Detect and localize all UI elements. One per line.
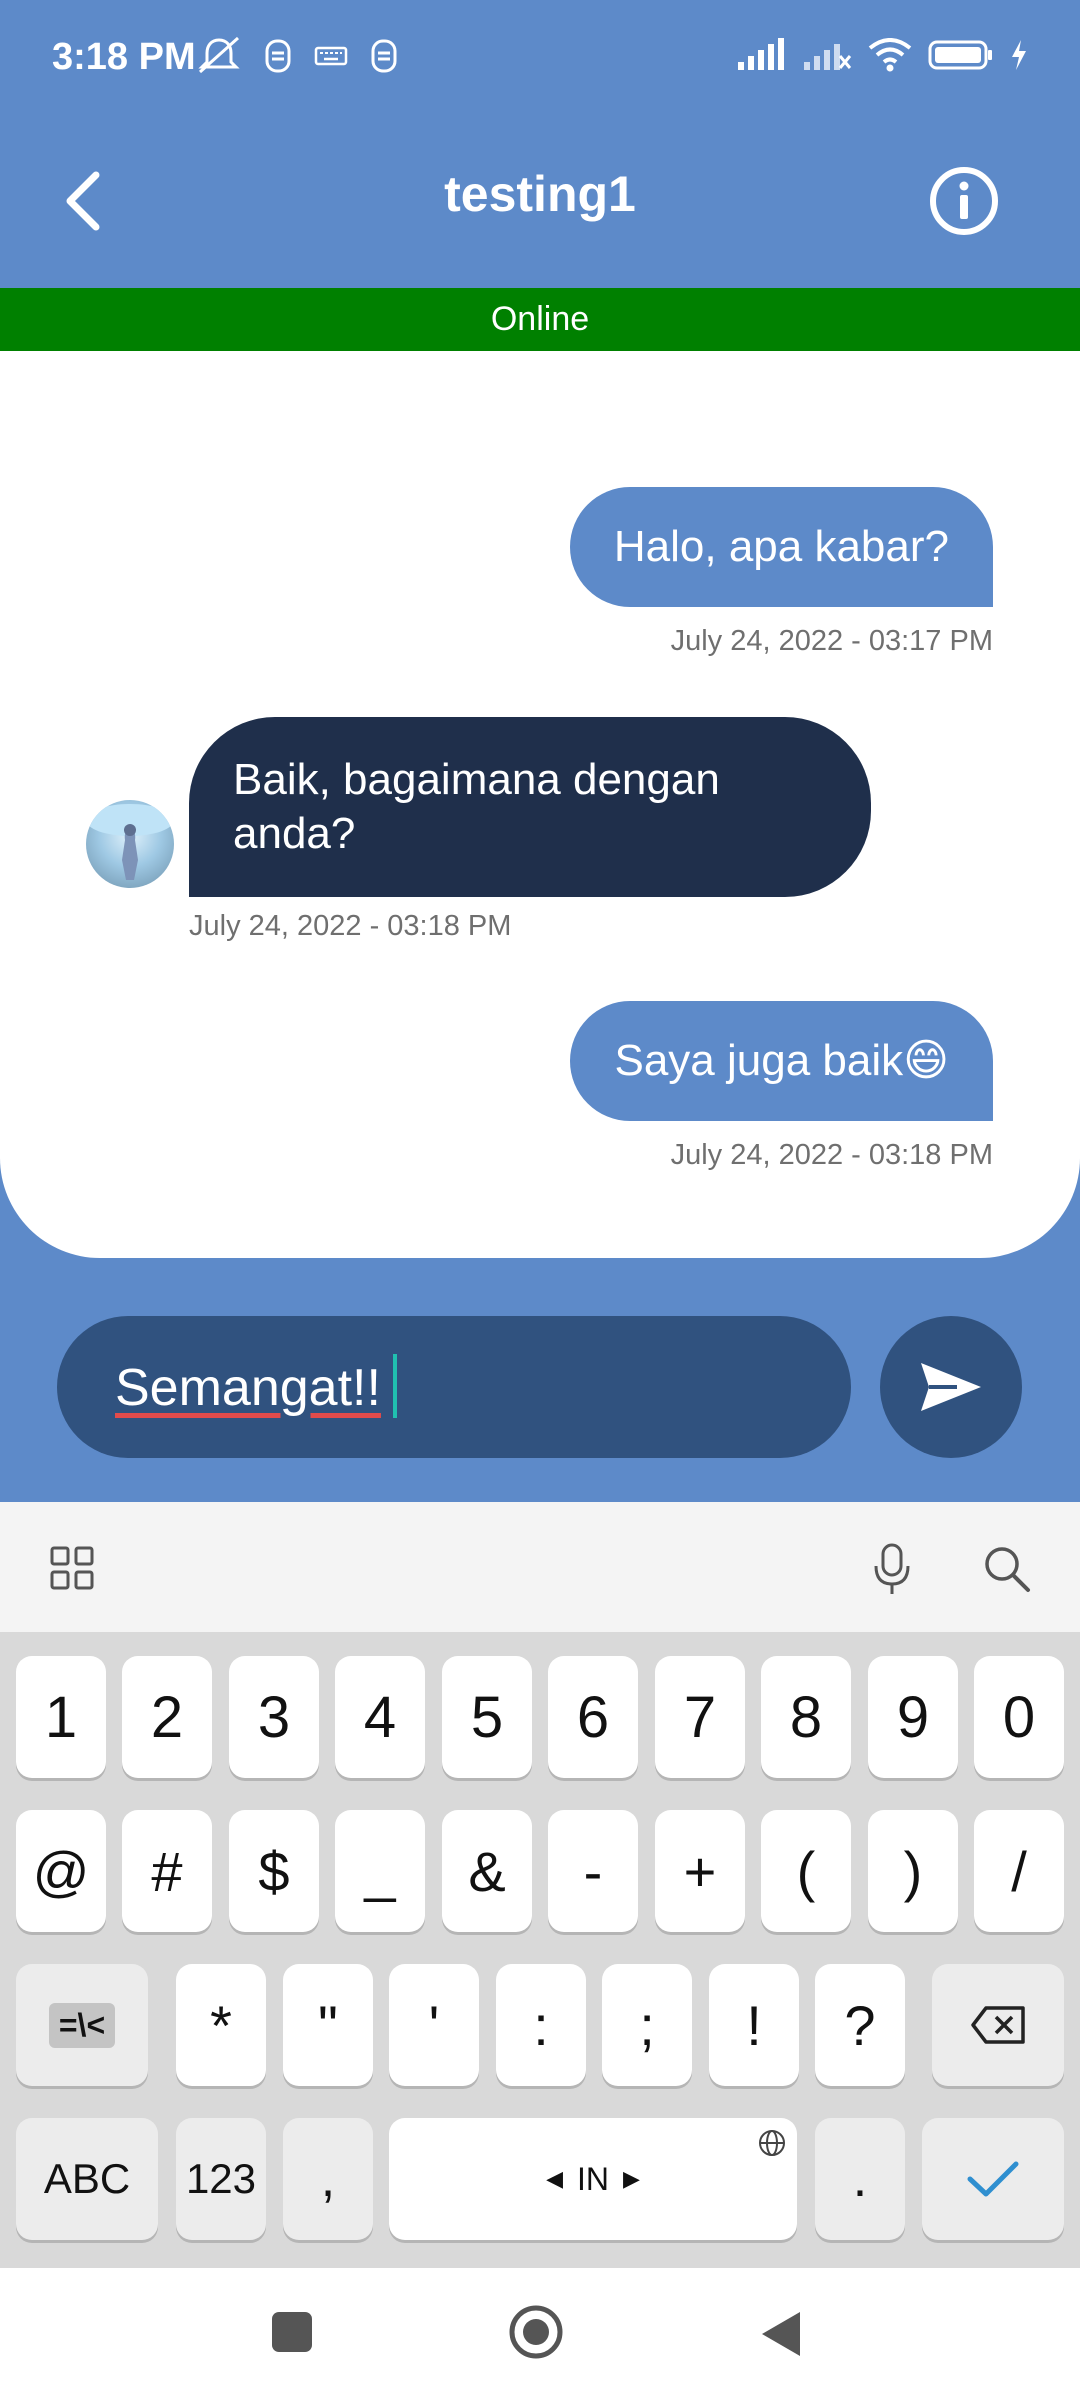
- status-bar: 3:18 PM: [0, 0, 1080, 115]
- contact-avatar[interactable]: [86, 800, 174, 888]
- message-bubble-incoming[interactable]: Baik, bagaimana dengan anda?: [189, 717, 871, 897]
- charging-icon: [1012, 40, 1026, 70]
- message-bubble-outgoing[interactable]: Saya juga baik😄: [570, 1001, 993, 1121]
- key-slash[interactable]: /: [974, 1810, 1064, 1932]
- home-icon[interactable]: [508, 2304, 564, 2360]
- key-minus[interactable]: -: [548, 1810, 638, 1932]
- key-open-paren[interactable]: (: [761, 1810, 851, 1932]
- comma-key[interactable]: ,: [283, 2118, 373, 2240]
- presence-status-bar: Online: [0, 288, 1080, 351]
- period-key[interactable]: .: [815, 2118, 905, 2240]
- enter-key[interactable]: [922, 2118, 1064, 2240]
- key-9[interactable]: 9: [868, 1656, 958, 1778]
- key-at[interactable]: @: [16, 1810, 106, 1932]
- keyboard-icon: [314, 46, 348, 66]
- keyboard: 1 2 3 4 5 6 7 8 9 0 @ # $ _ & - + ( ) / …: [0, 1632, 1080, 2268]
- key-8[interactable]: 8: [761, 1656, 851, 1778]
- key-hash[interactable]: #: [122, 1810, 212, 1932]
- more-symbols-key[interactable]: =\<: [16, 1964, 148, 2086]
- notification-icon: [371, 39, 397, 73]
- signal-icon: [738, 38, 784, 70]
- microphone-icon[interactable]: [870, 1542, 914, 1596]
- info-icon: [930, 167, 998, 235]
- key-ampersand[interactable]: &: [442, 1810, 532, 1932]
- key-question[interactable]: ?: [815, 1964, 905, 2086]
- avatar-image: [86, 804, 174, 880]
- message-timestamp: July 24, 2022 - 03:17 PM: [670, 625, 993, 657]
- more-symbols-label: =\<: [48, 2002, 116, 2048]
- key-single-quote[interactable]: ': [389, 1964, 479, 2086]
- keyboard-toolbar: [0, 1502, 1080, 1632]
- language-right-arrow: ▶: [623, 2166, 640, 2191]
- notification-icon: [265, 39, 291, 73]
- status-right-icons: [736, 38, 1028, 72]
- language-label: IN: [577, 2160, 609, 2197]
- message-input-text: Semangat!!: [115, 1359, 381, 1417]
- grid-icon[interactable]: [50, 1546, 94, 1590]
- space-key[interactable]: ◀ IN ▶: [389, 2118, 797, 2240]
- send-button[interactable]: [880, 1316, 1022, 1458]
- check-icon: [967, 2161, 1019, 2197]
- back-nav-icon[interactable]: [758, 2308, 804, 2360]
- globe-icon: [759, 2130, 785, 2156]
- send-icon: [921, 1363, 981, 1411]
- status-time: 3:18 PM: [52, 36, 196, 78]
- navigation-bar: [0, 2268, 1080, 2400]
- info-button[interactable]: [918, 155, 1010, 247]
- mute-icon: [198, 36, 240, 74]
- key-asterisk[interactable]: *: [176, 1964, 266, 2086]
- backspace-key[interactable]: [932, 1964, 1064, 2086]
- signal-off-icon: [804, 44, 852, 70]
- message-input[interactable]: Semangat!!: [57, 1316, 851, 1458]
- status-left-icons: [196, 36, 398, 76]
- battery-icon: [928, 40, 992, 70]
- key-plus[interactable]: +: [655, 1810, 745, 1932]
- key-colon[interactable]: :: [496, 1964, 586, 2086]
- key-1[interactable]: 1: [16, 1656, 106, 1778]
- numbers-key[interactable]: 123: [176, 2118, 266, 2240]
- key-5[interactable]: 5: [442, 1656, 532, 1778]
- key-7[interactable]: 7: [655, 1656, 745, 1778]
- message-timestamp: July 24, 2022 - 03:18 PM: [670, 1139, 993, 1171]
- key-2[interactable]: 2: [122, 1656, 212, 1778]
- key-double-quote[interactable]: ": [283, 1964, 373, 2086]
- key-close-paren[interactable]: ): [868, 1810, 958, 1932]
- message-bubble-outgoing[interactable]: Halo, apa kabar?: [569, 487, 993, 607]
- recents-icon[interactable]: [270, 2310, 314, 2354]
- wifi-icon: [868, 38, 912, 72]
- backspace-icon: [971, 2006, 1025, 2044]
- key-exclamation[interactable]: !: [709, 1964, 799, 2086]
- search-icon[interactable]: [982, 1544, 1032, 1594]
- message-list: Halo, apa kabar? July 24, 2022 - 03:17 P…: [0, 351, 1080, 1258]
- language-left-arrow: ◀: [546, 2166, 563, 2191]
- key-dollar[interactable]: $: [229, 1810, 319, 1932]
- key-0[interactable]: 0: [974, 1656, 1064, 1778]
- key-semicolon[interactable]: ;: [602, 1964, 692, 2086]
- key-6[interactable]: 6: [548, 1656, 638, 1778]
- message-timestamp: July 24, 2022 - 03:18 PM: [189, 910, 512, 942]
- key-4[interactable]: 4: [335, 1656, 425, 1778]
- key-3[interactable]: 3: [229, 1656, 319, 1778]
- app-bar: testing1: [0, 115, 1080, 288]
- key-underscore[interactable]: _: [335, 1810, 425, 1932]
- text-caret: [393, 1354, 397, 1418]
- abc-key[interactable]: ABC: [16, 2118, 158, 2240]
